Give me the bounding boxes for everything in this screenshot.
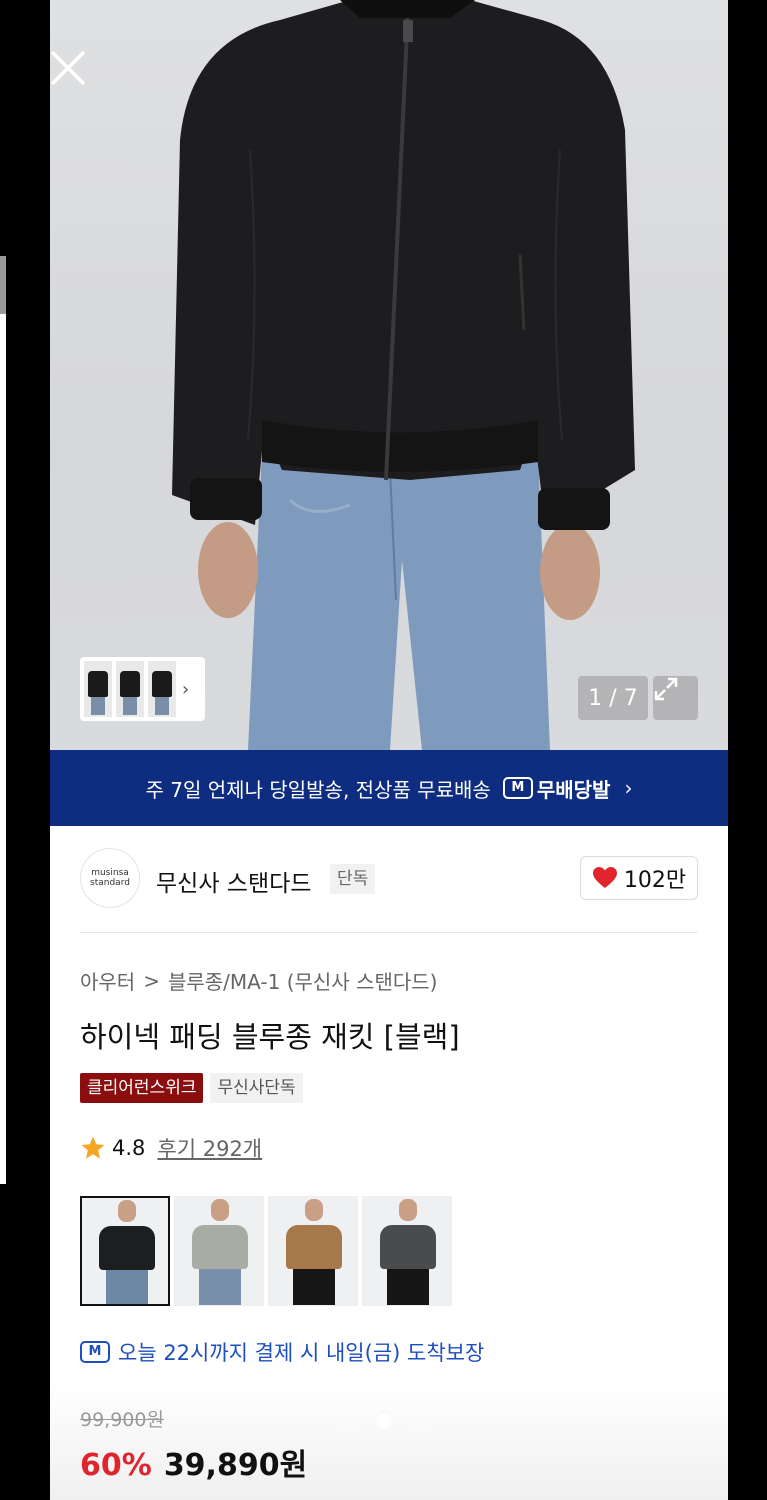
swatch-model-head xyxy=(399,1199,417,1221)
original-price: 99,900원 xyxy=(80,1409,164,1431)
exclusive-badge: 단독 xyxy=(330,864,376,894)
color-swatch-charcoal[interactable] xyxy=(362,1196,452,1306)
like-count: 102만 xyxy=(623,868,687,893)
swatch-jacket xyxy=(286,1225,342,1269)
image-thumbnail-strip[interactable]: › xyxy=(80,657,205,721)
star-icon xyxy=(81,1136,105,1159)
swatch-pants xyxy=(106,1270,148,1304)
brand-logo-text: musinsa xyxy=(91,868,129,878)
page-indicator xyxy=(340,1413,448,1429)
color-swatch-gray[interactable] xyxy=(174,1196,264,1306)
thumbnail-image[interactable] xyxy=(116,661,144,717)
chevron-right-icon: > xyxy=(143,968,160,993)
background-right xyxy=(728,0,767,1500)
product-photo xyxy=(172,0,635,750)
clearance-week-tag: 클리어런스위크 xyxy=(80,1073,204,1103)
product-page: › 1 / 7 주 7일 언제나 당일발송, 전상품 무료배송 M 무배당발 ›… xyxy=(50,0,728,1500)
free-shipping-badge-label: 무배당발 xyxy=(536,777,611,802)
shipping-banner[interactable]: 주 7일 언제나 당일발송, 전상품 무료배송 M 무배당발 › xyxy=(50,750,728,826)
swatch-jacket xyxy=(99,1226,155,1270)
swatch-pants xyxy=(199,1269,241,1305)
color-swatch-camel[interactable] xyxy=(268,1196,358,1306)
price-row: 60% 39,890원 xyxy=(80,1440,307,1484)
free-shipping-badge: M 무배당발 xyxy=(502,774,611,803)
product-tags: 클리어런스위크 무신사단독 xyxy=(80,1073,303,1103)
heart-icon xyxy=(592,867,617,888)
background-side-strip xyxy=(0,256,6,1184)
swatch-jacket xyxy=(192,1225,248,1269)
brand-name[interactable]: 무신사 스탠다드 xyxy=(156,864,311,898)
page-dot[interactable] xyxy=(340,1413,356,1429)
like-button[interactable]: 102만 xyxy=(580,856,698,900)
rating-row: 4.8 후기 292개 xyxy=(80,1133,262,1163)
page-dot[interactable] xyxy=(412,1413,428,1429)
rating-score: 4.8 xyxy=(112,1136,146,1160)
divider xyxy=(80,932,698,933)
page-dot-active[interactable] xyxy=(376,1413,392,1429)
close-button[interactable] xyxy=(50,46,90,90)
musinsa-exclusive-tag: 무신사단독 xyxy=(210,1073,303,1103)
swatch-model-head xyxy=(305,1199,323,1221)
product-image-carousel[interactable]: › 1 / 7 xyxy=(50,0,728,750)
swatch-jacket xyxy=(380,1225,436,1269)
sale-price: 39,890원 xyxy=(163,1448,308,1483)
discount-rate: 60% xyxy=(80,1448,152,1483)
chevron-right-icon: › xyxy=(624,776,633,800)
delivery-guarantee: M 오늘 22시까지 결제 시 내일(금) 도착보장 xyxy=(80,1337,484,1367)
swatch-model-head xyxy=(211,1199,229,1221)
swatch-model-head xyxy=(118,1200,136,1222)
breadcrumb-item-outer[interactable]: 아우터 xyxy=(80,966,135,995)
background-scroll-thumb xyxy=(0,256,6,314)
brand-row: musinsa standard 무신사 스탠다드 단독 102만 xyxy=(80,848,698,910)
swatch-pants xyxy=(293,1269,335,1305)
color-swatches xyxy=(80,1196,456,1306)
close-icon xyxy=(50,50,86,86)
brand-logo-text: standard xyxy=(90,878,130,888)
delivery-truck-icon: M xyxy=(502,777,533,799)
color-swatch-black[interactable] xyxy=(80,1196,170,1306)
thumbnail-image[interactable] xyxy=(148,661,176,717)
product-title: 하이넥 패딩 블루종 재킷 [블랙] xyxy=(80,1020,460,1054)
delivery-truck-icon: M xyxy=(80,1341,110,1363)
brand-logo[interactable]: musinsa standard xyxy=(80,848,140,908)
delivery-guarantee-text: 오늘 22시까지 결제 시 내일(금) 도착보장 xyxy=(118,1341,485,1365)
breadcrumb: 아우터 > 블루종/MA-1 (무신사 스탠다드) xyxy=(80,966,437,995)
thumbnail-image[interactable] xyxy=(84,661,112,717)
shipping-banner-text: 주 7일 언제나 당일발송, 전상품 무료배송 xyxy=(145,777,491,802)
expand-icon xyxy=(654,677,678,701)
chevron-right-icon: › xyxy=(182,678,190,700)
expand-button[interactable] xyxy=(653,676,698,720)
swatch-pants xyxy=(387,1269,429,1305)
breadcrumb-item-blouson[interactable]: 블루종/MA-1 (무신사 스탠다드) xyxy=(168,966,438,995)
image-pager: 1 / 7 xyxy=(578,676,648,720)
reviews-link[interactable]: 후기 292개 xyxy=(157,1133,262,1163)
